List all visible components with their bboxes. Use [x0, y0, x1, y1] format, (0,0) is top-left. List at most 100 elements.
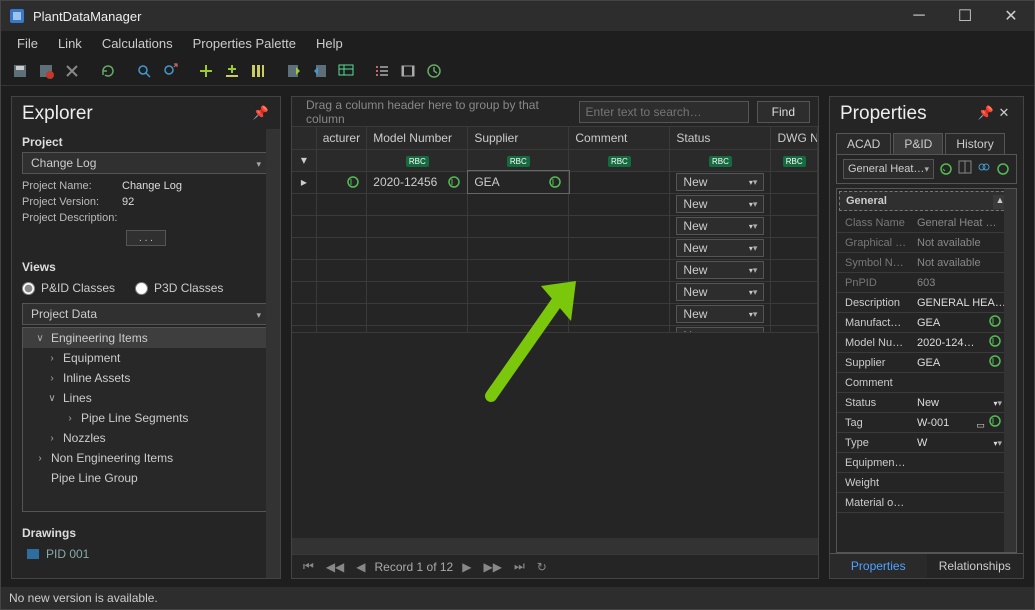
find-button[interactable]: Find [757, 101, 810, 123]
minimize-button[interactable]: ─ [896, 1, 942, 31]
save-icon[interactable] [9, 60, 31, 82]
radio-pid-classes[interactable]: P&ID Classes [22, 281, 115, 295]
tab-pid[interactable]: P&ID [893, 133, 943, 154]
list-icon[interactable] [371, 60, 393, 82]
tab-history[interactable]: History [945, 133, 1004, 154]
table-settings-icon[interactable] [335, 60, 357, 82]
tab-relationships[interactable]: Relationships [927, 554, 1024, 578]
col-comment[interactable]: Comment [569, 127, 670, 149]
drawing-item[interactable]: PID 001 [12, 543, 280, 565]
history-icon[interactable] [423, 60, 445, 82]
project-dropdown[interactable]: Change Log [22, 152, 270, 174]
property-row[interactable]: Graphical …Not available [837, 233, 1016, 253]
export-icon[interactable] [283, 60, 305, 82]
col-model-number[interactable]: Model Number [367, 127, 468, 149]
pager-last-icon[interactable]: ⏭ [511, 559, 528, 574]
table-row[interactable]: ▸2020-12456GEANew▾ [292, 171, 818, 193]
property-row[interactable]: PnPID603 [837, 273, 1016, 293]
tab-properties[interactable]: Properties [830, 554, 927, 578]
property-row[interactable]: Symbol N…Not available [837, 253, 1016, 273]
property-row[interactable]: Manufact…GEA [837, 313, 1016, 333]
panel-close-icon[interactable]: ✕ [995, 105, 1013, 123]
menu-link[interactable]: Link [48, 33, 92, 54]
property-row[interactable]: Comment [837, 373, 1016, 393]
property-row[interactable]: Weight [837, 473, 1016, 493]
col-dwg[interactable]: DWG N [771, 127, 818, 149]
filter-row[interactable]: ▾ RBC RBC RBC RBC RBC [292, 149, 818, 171]
table-row[interactable]: New▾ [292, 237, 818, 259]
table-row[interactable]: New▾ [292, 215, 818, 237]
columns-icon[interactable] [247, 60, 269, 82]
tree-toggle-icon[interactable]: › [47, 373, 57, 384]
add-row-icon[interactable] [221, 60, 243, 82]
tree-node[interactable]: ›Equipment [23, 348, 269, 368]
tree-node[interactable]: ›Inline Assets [23, 368, 269, 388]
col-status[interactable]: Status [670, 127, 771, 149]
col-supplier[interactable]: Supplier [468, 127, 569, 149]
tree-toggle-icon[interactable]: › [35, 453, 45, 464]
property-row[interactable]: DescriptionGENERAL HEA… [837, 293, 1016, 313]
sync2-icon[interactable] [996, 162, 1010, 176]
property-row[interactable]: StatusNew▾ [837, 393, 1016, 413]
property-row[interactable]: TypeW▾ [837, 433, 1016, 453]
tree-node[interactable]: ∨Lines [23, 388, 269, 408]
menu-help[interactable]: Help [306, 33, 353, 54]
horizontal-scrollbar[interactable] [292, 538, 818, 554]
table-row[interactable]: New▾ [292, 259, 818, 281]
filter-icon[interactable]: ▾ [292, 149, 316, 171]
property-row[interactable]: Material o… [837, 493, 1016, 513]
selection-dropdown[interactable]: General Heat… [843, 159, 934, 179]
status-dropdown[interactable]: New▾ [676, 261, 764, 279]
tree-toggle-icon[interactable]: › [47, 353, 57, 364]
menu-properties-palette[interactable]: Properties Palette [183, 33, 306, 54]
collapse-icon[interactable]: ▲ [993, 195, 1007, 209]
data-grid[interactable]: acturer Model Number Supplier Comment St… [292, 127, 818, 332]
tree-toggle-icon[interactable]: ∨ [35, 333, 45, 344]
tree-toggle-icon[interactable]: › [47, 433, 57, 444]
film-icon[interactable] [397, 60, 419, 82]
refresh-icon[interactable] [97, 60, 119, 82]
property-row[interactable]: Model Nu…2020-124… [837, 333, 1016, 353]
pager-prev-icon[interactable]: ◀ [353, 560, 368, 574]
tab-acad[interactable]: ACAD [836, 133, 891, 154]
sync-icon[interactable] [939, 162, 953, 176]
table-row[interactable]: New▾ [292, 325, 818, 332]
status-dropdown[interactable]: New▾ [676, 305, 764, 323]
import-icon[interactable] [309, 60, 331, 82]
zoom-icon[interactable] [133, 60, 155, 82]
zoom-extents-icon[interactable] [159, 60, 181, 82]
link-icon[interactable] [977, 160, 991, 179]
project-more-button[interactable]: . . . [126, 230, 166, 246]
pager-next-icon[interactable]: ▶ [459, 560, 474, 574]
pager-prevpage-icon[interactable]: ◀◀ [323, 560, 347, 574]
grid-icon[interactable] [958, 160, 972, 179]
table-row[interactable]: New▾ [292, 193, 818, 215]
pin-icon[interactable]: 📌 [252, 105, 270, 123]
tree-root-dropdown[interactable]: Project Data [22, 303, 270, 325]
tree-node[interactable]: ›Nozzles [23, 428, 269, 448]
property-row[interactable]: Equipmen… [837, 453, 1016, 473]
col-manufacturer[interactable]: acturer [316, 127, 367, 149]
tree-node[interactable]: ›Non Engineering Items [23, 448, 269, 468]
add-icon[interactable] [195, 60, 217, 82]
delete-icon[interactable] [35, 60, 57, 82]
maximize-button[interactable]: ☐ [942, 1, 988, 31]
pin-icon[interactable]: 📌 [977, 105, 995, 123]
pager-nextpage-icon[interactable]: ▶▶ [480, 560, 504, 574]
close-button[interactable]: ✕ [988, 1, 1034, 31]
pager-refresh-icon[interactable]: ↻ [534, 560, 550, 574]
menu-calculations[interactable]: Calculations [92, 33, 183, 54]
tree-toggle-icon[interactable]: › [65, 413, 75, 424]
search-input[interactable] [579, 101, 749, 123]
tree-node[interactable]: Pipe Line Group [23, 468, 269, 488]
prop-group-general[interactable]: General▲ [839, 191, 1014, 211]
status-dropdown[interactable]: New▾ [676, 195, 764, 213]
status-dropdown[interactable]: New▾ [676, 173, 764, 191]
table-row[interactable]: New▾ [292, 303, 818, 325]
status-dropdown[interactable]: New▾ [676, 283, 764, 301]
menu-file[interactable]: File [7, 33, 48, 54]
tree-node[interactable]: ∨Engineering Items [23, 328, 269, 348]
status-dropdown[interactable]: New▾ [676, 217, 764, 235]
cancel-icon[interactable] [61, 60, 83, 82]
pager-first-icon[interactable]: ⏮ [300, 559, 317, 574]
